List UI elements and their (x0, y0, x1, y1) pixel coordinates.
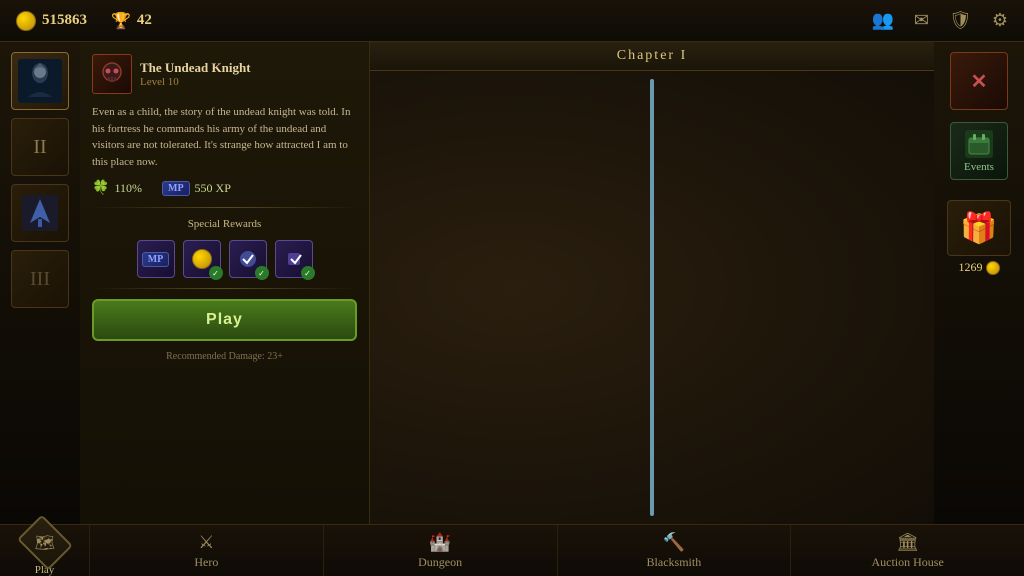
nav-dungeon-icon: 🏰 (429, 532, 451, 553)
xp-badge: MP (162, 181, 190, 196)
coin-icon (16, 11, 36, 31)
chest-amount: 1269 (959, 260, 983, 275)
close-button[interactable]: ✕ (950, 52, 1008, 110)
chapter-label: Chapter I (617, 48, 687, 63)
main-content: The Undead Knight Level 10 Even as a chi… (80, 42, 934, 524)
right-sidebar: ✕ Events 🎁 1269 (934, 42, 1024, 524)
trophy-count: 42 (137, 12, 152, 29)
events-label: Events (964, 161, 994, 173)
reward-item-3: ✓ (229, 240, 267, 278)
reward-check-2: ✓ (255, 266, 269, 280)
bottom-nav: 🗺 Play ⚔ Hero 🏰 Dungeon 🔨 Blacksmith 🏛 A… (0, 524, 1024, 576)
nav-play[interactable]: 🗺 Play (0, 525, 90, 576)
events-icon (965, 130, 993, 158)
game-title: Tormentis (650, 452, 654, 494)
mail-icon[interactable]: ✉ (914, 10, 929, 31)
skull-icon (98, 60, 126, 88)
chest-section[interactable]: 🎁 1269 (947, 200, 1011, 275)
slot-icon-4: III (18, 257, 62, 301)
chest-icon: 🎁 (960, 211, 997, 246)
shield-icon[interactable]: 🛡 (949, 10, 972, 31)
rewards-title: Special Rewards (92, 218, 357, 230)
reward-coin: ✓ (183, 240, 221, 278)
top-bar-right: 👥 ✉ 🛡 ⚙ (871, 10, 1008, 31)
reward-icon-4 (284, 249, 304, 269)
friends-icon[interactable]: 👥 (871, 10, 893, 31)
reward-xp: MP (137, 240, 175, 278)
chest-button[interactable]: 🎁 (947, 200, 1011, 256)
nav-dungeon-label: Dungeon (418, 555, 462, 570)
nav-dungeon[interactable]: 🏰 Dungeon (324, 525, 558, 576)
trophy-icon: 🏆 (111, 11, 131, 31)
divider-1 (92, 207, 357, 208)
top-bar-left: 515863 🏆 42 (16, 11, 152, 31)
gold-amount: 515863 (42, 12, 87, 29)
reward-xp-badge: MP (142, 252, 170, 267)
quest-title: The Undead Knight (140, 60, 251, 76)
luck-value: 110% (114, 181, 142, 196)
nav-blacksmith-icon: 🔨 (663, 532, 685, 553)
events-button[interactable]: Events (950, 122, 1008, 180)
chapter-header: Chapter I (370, 42, 934, 71)
nav-auction-label: Auction House (871, 555, 943, 570)
nav-hero-label: Hero (194, 555, 218, 570)
xp-value: 550 XP (195, 181, 231, 196)
sidebar-slot-4[interactable]: III (11, 250, 69, 308)
reward-check-3: ✓ (301, 266, 315, 280)
luck-stat: 🍀 110% (92, 180, 142, 197)
left-sidebar: II III (0, 42, 80, 524)
x-icon: ✕ (971, 69, 988, 94)
small-coin-icon (986, 261, 1000, 275)
center-area: Chapter I (370, 42, 934, 524)
nav-auction-icon: 🏛 (896, 532, 919, 553)
trophy-currency: 🏆 42 (111, 11, 152, 31)
game-image-frame: Tormentis (650, 79, 654, 516)
quest-panel: The Undead Knight Level 10 Even as a chi… (80, 42, 370, 524)
sidebar-slot-3[interactable] (11, 184, 69, 242)
nav-blacksmith[interactable]: 🔨 Blacksmith (558, 525, 792, 576)
reward-item-4: ✓ (275, 240, 313, 278)
top-bar: 515863 🏆 42 👥 ✉ 🛡 ⚙ (0, 0, 1024, 42)
reward-check-1: ✓ (209, 266, 223, 280)
slot-icon-2: II (18, 125, 62, 169)
reward-icon-3 (238, 249, 258, 269)
quest-header: The Undead Knight Level 10 (92, 54, 357, 94)
quest-description: Even as a child, the story of the undead… (92, 104, 357, 170)
quest-icon-box (92, 54, 132, 94)
chest-count: 1269 (959, 260, 1000, 275)
gold-currency: 515863 (16, 11, 87, 31)
nav-blacksmith-label: Blacksmith (647, 555, 702, 570)
sidebar-slot-2[interactable]: II (11, 118, 69, 176)
settings-icon[interactable]: ⚙ (992, 10, 1008, 31)
nav-hero[interactable]: ⚔ Hero (90, 525, 324, 576)
recommended-text: Recommended Damage: 23+ (92, 351, 357, 362)
quest-title-block: The Undead Knight Level 10 (140, 60, 251, 88)
reward-coin-icon (192, 249, 212, 269)
hero-portrait (18, 59, 62, 103)
nav-play-map-icon: 🗺 (34, 533, 54, 553)
xp-stat: MP 550 XP (162, 181, 231, 196)
play-quest-button[interactable]: Play (92, 299, 357, 341)
slot-icon-3 (18, 191, 62, 235)
divider-2 (92, 288, 357, 289)
rewards-row: MP ✓ ✓ ✓ (92, 240, 357, 278)
sidebar-hero-slot[interactable] (11, 52, 69, 110)
quest-stats: 🍀 110% MP 550 XP (92, 180, 357, 197)
nav-auction[interactable]: 🏛 Auction House (791, 525, 1024, 576)
nav-hero-icon: ⚔ (198, 532, 214, 553)
clover-icon: 🍀 (92, 180, 109, 197)
quest-level: Level 10 (140, 76, 251, 88)
